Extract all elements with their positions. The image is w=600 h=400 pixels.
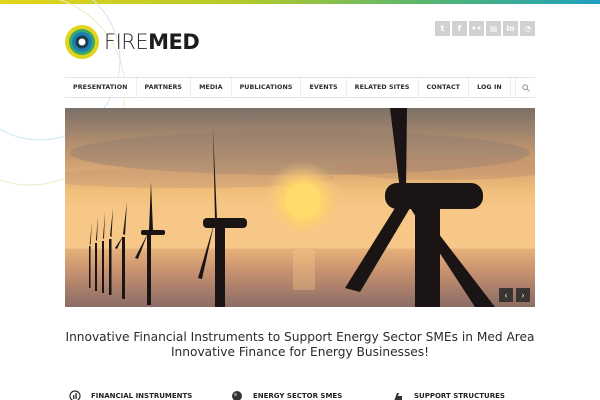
feature-financial-instruments[interactable]: FINANCIAL INSTRUMENTS <box>69 390 192 400</box>
tagline-line-1: Innovative Financial Instruments to Supp… <box>65 330 535 344</box>
feature-links: FINANCIAL INSTRUMENTS ENERGY SECTOR SMES… <box>65 390 535 400</box>
slider-prev-button[interactable]: ‹ <box>499 288 513 302</box>
nav-item-related-sites[interactable]: RELATED SITES <box>347 78 419 97</box>
logo[interactable]: FIREMED <box>64 22 200 62</box>
feature-support-structures[interactable]: SUPPORT STRUCTURES <box>392 390 505 400</box>
linkedin-link[interactable]: in <box>503 21 518 36</box>
logo-text-bold: MED <box>148 29 200 54</box>
top-accent-bar <box>0 0 600 4</box>
logo-text: FIREMED <box>104 29 200 54</box>
energy-sme-icon <box>232 391 242 400</box>
rss-link[interactable]: ◔ <box>520 21 535 36</box>
nav-item-presentation[interactable]: PRESENTATION <box>65 78 137 97</box>
support-icon <box>394 393 402 400</box>
facebook-link[interactable]: f <box>452 21 467 36</box>
storage-icon: ▤ <box>489 24 498 33</box>
logo-text-light: FIRE <box>104 29 149 54</box>
search-icon <box>521 83 530 92</box>
main-navigation: PRESENTATION PARTNERS MEDIA PUBLICATIONS… <box>65 77 535 98</box>
flickr-link[interactable]: •• <box>469 21 484 36</box>
feature-label: FINANCIAL INSTRUMENTS <box>91 392 193 400</box>
flickr-icon: •• <box>471 24 482 33</box>
social-links: t f •• ▤ in ◔ <box>435 21 535 36</box>
rss-icon: ◔ <box>524 24 531 33</box>
hero-image-wind-turbines <box>65 108 535 307</box>
slider-next-button[interactable]: › <box>516 288 530 302</box>
facebook-icon: f <box>457 24 462 33</box>
feature-label: SUPPORT STRUCTURES <box>414 392 505 400</box>
nav-item-events[interactable]: EVENTS <box>301 78 347 97</box>
hero-slider[interactable]: ‹ › <box>65 108 535 307</box>
tagline-line-2: Innovative Finance for Energy Businesses… <box>170 345 430 359</box>
storage-link[interactable]: ▤ <box>486 21 501 36</box>
twitter-icon: t <box>440 24 445 33</box>
nav-item-partners[interactable]: PARTNERS <box>137 78 192 97</box>
feature-label: ENERGY SECTOR SMES <box>253 392 343 400</box>
nav-item-publications[interactable]: PUBLICATIONS <box>232 78 302 97</box>
tagline: Innovative Financial Instruments to Supp… <box>0 330 600 360</box>
feature-energy-sector-smes[interactable]: ENERGY SECTOR SMES <box>231 390 342 400</box>
search-button[interactable] <box>515 78 535 97</box>
linkedin-icon: in <box>506 24 515 33</box>
chart-icon <box>69 390 81 400</box>
logo-mark-icon <box>65 25 99 59</box>
twitter-link[interactable]: t <box>435 21 450 36</box>
nav-item-log-in[interactable]: LOG IN <box>469 78 511 97</box>
nav-item-media[interactable]: MEDIA <box>191 78 232 97</box>
nav-item-contact[interactable]: CONTACT <box>419 78 470 97</box>
